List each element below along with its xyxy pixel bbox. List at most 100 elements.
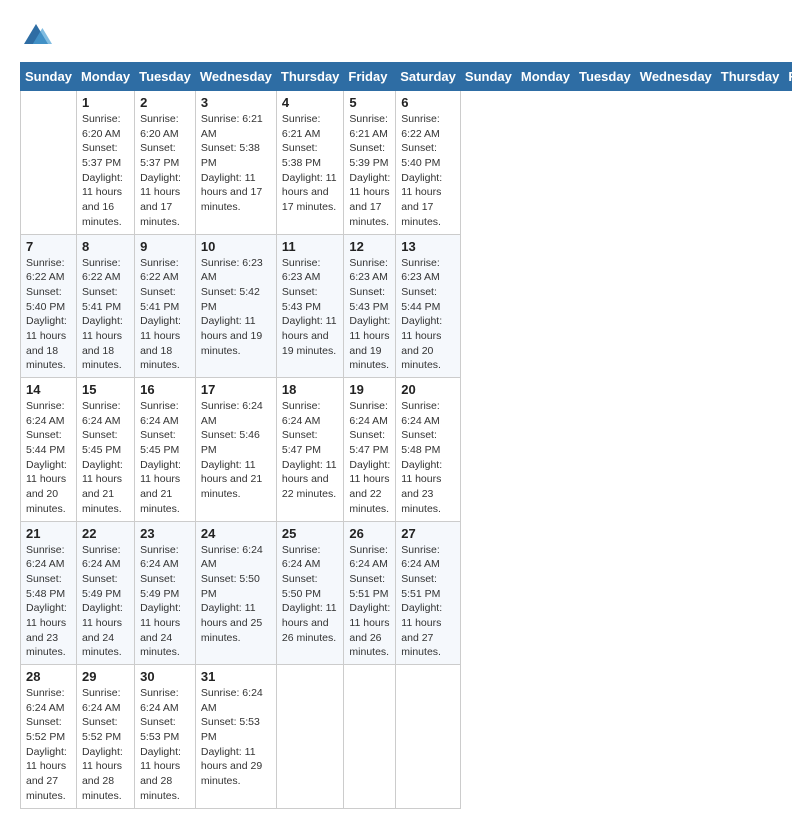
sunrise-time: Sunrise: 6:24 AM [401, 544, 440, 571]
sunrise-time: Sunrise: 6:24 AM [140, 544, 179, 571]
calendar-cell: 8 Sunrise: 6:22 AM Sunset: 5:41 PM Dayli… [76, 234, 134, 378]
daylight-hours: Daylight: 11 hours and 21 minutes. [82, 459, 123, 515]
daylight-hours: Daylight: 11 hours and 21 minutes. [201, 459, 262, 500]
sunrise-time: Sunrise: 6:24 AM [282, 544, 321, 571]
calendar-cell: 26 Sunrise: 6:24 AM Sunset: 5:51 PM Dayl… [344, 521, 396, 665]
sunset-time: Sunset: 5:53 PM [140, 716, 179, 743]
calendar-cell [396, 665, 461, 809]
day-info: Sunrise: 6:24 AM Sunset: 5:52 PM Dayligh… [26, 686, 71, 804]
sunset-time: Sunset: 5:53 PM [201, 716, 260, 743]
day-info: Sunrise: 6:20 AM Sunset: 5:37 PM Dayligh… [82, 112, 129, 230]
day-info: Sunrise: 6:22 AM Sunset: 5:41 PM Dayligh… [140, 256, 190, 374]
sunset-time: Sunset: 5:43 PM [282, 286, 321, 313]
sunrise-time: Sunrise: 6:20 AM [140, 113, 179, 140]
header-tuesday: Tuesday [135, 63, 196, 91]
daylight-hours: Daylight: 11 hours and 29 minutes. [201, 746, 262, 787]
sunrise-time: Sunrise: 6:24 AM [140, 400, 179, 427]
daylight-hours: Daylight: 11 hours and 24 minutes. [82, 602, 123, 658]
calendar-cell: 12 Sunrise: 6:23 AM Sunset: 5:43 PM Dayl… [344, 234, 396, 378]
day-number: 7 [26, 239, 71, 254]
day-number: 29 [82, 669, 129, 684]
calendar-cell: 21 Sunrise: 6:24 AM Sunset: 5:48 PM Dayl… [21, 521, 77, 665]
day-info: Sunrise: 6:24 AM Sunset: 5:53 PM Dayligh… [140, 686, 190, 804]
page-header [20, 20, 772, 52]
daylight-hours: Daylight: 11 hours and 17 minutes. [201, 172, 262, 213]
day-number: 6 [401, 95, 455, 110]
calendar-week-row: 14 Sunrise: 6:24 AM Sunset: 5:44 PM Dayl… [21, 378, 792, 522]
calendar-cell: 27 Sunrise: 6:24 AM Sunset: 5:51 PM Dayl… [396, 521, 461, 665]
sunset-time: Sunset: 5:42 PM [201, 286, 260, 313]
sunrise-time: Sunrise: 6:24 AM [201, 544, 263, 571]
sunset-time: Sunset: 5:50 PM [282, 573, 321, 600]
sunrise-time: Sunrise: 6:23 AM [401, 257, 440, 284]
sunset-time: Sunset: 5:49 PM [82, 573, 121, 600]
sunset-time: Sunset: 5:46 PM [201, 429, 260, 456]
header-wednesday: Wednesday [635, 63, 716, 91]
calendar-cell: 24 Sunrise: 6:24 AM Sunset: 5:50 PM Dayl… [195, 521, 276, 665]
sunrise-time: Sunrise: 6:21 AM [201, 113, 263, 140]
daylight-hours: Daylight: 11 hours and 17 minutes. [401, 172, 442, 228]
daylight-hours: Daylight: 11 hours and 18 minutes. [26, 315, 67, 371]
sunrise-time: Sunrise: 6:24 AM [201, 687, 263, 714]
day-number: 3 [201, 95, 271, 110]
day-number: 31 [201, 669, 271, 684]
calendar-cell: 4 Sunrise: 6:21 AM Sunset: 5:38 PM Dayli… [276, 91, 344, 235]
sunrise-time: Sunrise: 6:24 AM [26, 687, 65, 714]
day-number: 17 [201, 382, 271, 397]
day-number: 8 [82, 239, 129, 254]
calendar-cell: 15 Sunrise: 6:24 AM Sunset: 5:45 PM Dayl… [76, 378, 134, 522]
calendar-cell: 19 Sunrise: 6:24 AM Sunset: 5:47 PM Dayl… [344, 378, 396, 522]
sunrise-time: Sunrise: 6:24 AM [349, 400, 388, 427]
day-number: 22 [82, 526, 129, 541]
day-info: Sunrise: 6:21 AM Sunset: 5:38 PM Dayligh… [282, 112, 339, 215]
calendar-cell: 7 Sunrise: 6:22 AM Sunset: 5:40 PM Dayli… [21, 234, 77, 378]
sunrise-time: Sunrise: 6:21 AM [349, 113, 388, 140]
header-sunday: Sunday [21, 63, 77, 91]
header-monday: Monday [516, 63, 574, 91]
calendar-cell: 25 Sunrise: 6:24 AM Sunset: 5:50 PM Dayl… [276, 521, 344, 665]
header-thursday: Thursday [716, 63, 784, 91]
day-info: Sunrise: 6:24 AM Sunset: 5:47 PM Dayligh… [282, 399, 339, 502]
day-number: 28 [26, 669, 71, 684]
sunset-time: Sunset: 5:40 PM [401, 142, 440, 169]
logo [20, 20, 56, 52]
daylight-hours: Daylight: 11 hours and 16 minutes. [82, 172, 123, 228]
day-info: Sunrise: 6:23 AM Sunset: 5:43 PM Dayligh… [349, 256, 390, 374]
day-info: Sunrise: 6:24 AM Sunset: 5:50 PM Dayligh… [201, 543, 271, 646]
calendar-cell: 14 Sunrise: 6:24 AM Sunset: 5:44 PM Dayl… [21, 378, 77, 522]
calendar-cell: 5 Sunrise: 6:21 AM Sunset: 5:39 PM Dayli… [344, 91, 396, 235]
sunrise-time: Sunrise: 6:23 AM [282, 257, 321, 284]
sunset-time: Sunset: 5:45 PM [140, 429, 179, 456]
day-info: Sunrise: 6:24 AM Sunset: 5:44 PM Dayligh… [26, 399, 71, 517]
sunrise-time: Sunrise: 6:24 AM [82, 544, 121, 571]
calendar-cell: 28 Sunrise: 6:24 AM Sunset: 5:52 PM Dayl… [21, 665, 77, 809]
daylight-hours: Daylight: 11 hours and 19 minutes. [349, 315, 390, 371]
day-number: 16 [140, 382, 190, 397]
day-info: Sunrise: 6:20 AM Sunset: 5:37 PM Dayligh… [140, 112, 190, 230]
day-number: 10 [201, 239, 271, 254]
daylight-hours: Daylight: 11 hours and 24 minutes. [140, 602, 181, 658]
sunset-time: Sunset: 5:48 PM [26, 573, 65, 600]
sunset-time: Sunset: 5:44 PM [26, 429, 65, 456]
day-info: Sunrise: 6:24 AM Sunset: 5:45 PM Dayligh… [82, 399, 129, 517]
sunrise-time: Sunrise: 6:23 AM [349, 257, 388, 284]
calendar-cell: 13 Sunrise: 6:23 AM Sunset: 5:44 PM Dayl… [396, 234, 461, 378]
day-number: 13 [401, 239, 455, 254]
day-info: Sunrise: 6:24 AM Sunset: 5:48 PM Dayligh… [401, 399, 455, 517]
day-info: Sunrise: 6:24 AM Sunset: 5:50 PM Dayligh… [282, 543, 339, 646]
daylight-hours: Daylight: 11 hours and 28 minutes. [140, 746, 181, 802]
day-info: Sunrise: 6:22 AM Sunset: 5:40 PM Dayligh… [26, 256, 71, 374]
calendar-week-row: 28 Sunrise: 6:24 AM Sunset: 5:52 PM Dayl… [21, 665, 792, 809]
sunrise-time: Sunrise: 6:23 AM [201, 257, 263, 284]
calendar-cell: 2 Sunrise: 6:20 AM Sunset: 5:37 PM Dayli… [135, 91, 196, 235]
sunrise-time: Sunrise: 6:24 AM [26, 544, 65, 571]
calendar-cell: 1 Sunrise: 6:20 AM Sunset: 5:37 PM Dayli… [76, 91, 134, 235]
sunrise-time: Sunrise: 6:24 AM [349, 544, 388, 571]
calendar-cell: 10 Sunrise: 6:23 AM Sunset: 5:42 PM Dayl… [195, 234, 276, 378]
daylight-hours: Daylight: 11 hours and 23 minutes. [401, 459, 442, 515]
sunrise-time: Sunrise: 6:20 AM [82, 113, 121, 140]
daylight-hours: Daylight: 11 hours and 21 minutes. [140, 459, 181, 515]
header-monday: Monday [76, 63, 134, 91]
sunrise-time: Sunrise: 6:24 AM [82, 400, 121, 427]
daylight-hours: Daylight: 11 hours and 20 minutes. [26, 459, 67, 515]
